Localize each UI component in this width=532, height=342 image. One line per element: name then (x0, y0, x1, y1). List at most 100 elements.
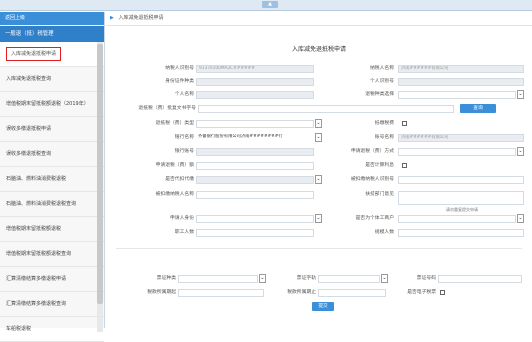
row-applicant: 申请人身份 ⌄ 是否为个体工商户 ⌄ (116, 214, 526, 224)
interest-checkbox[interactable] (402, 163, 407, 168)
apply-amount-input[interactable] (196, 162, 314, 170)
consent-note: 请勿重复提交申请 (446, 207, 478, 212)
withheld-id-input[interactable] (398, 176, 524, 184)
apply-type-select[interactable] (196, 120, 314, 128)
taxpayer-name-field[interactable]: 济南######有限公司 (398, 65, 524, 73)
row-bank-acct: 银行账号 申请退税（费）方式 ⌄ (116, 147, 526, 157)
id-type-label: 身份证件种类 (165, 79, 194, 84)
ticket-track-select[interactable] (318, 275, 380, 283)
consent-label: 扶贫部门意见 (365, 192, 394, 197)
sidebar-item-refund-query[interactable]: 入库减免退抵税查询 (0, 67, 104, 92)
sole-select[interactable] (196, 176, 314, 184)
applicant-label: 申请人身份 (170, 216, 194, 221)
withheld-id-label: 被扣缴纳税人识别号 (350, 177, 394, 182)
sidebar: 返回上级 一般退（抵）税管理 入库减免退抵税申请 入库减免退抵税查询 增值税期末… (0, 12, 105, 342)
person-id-label: 个人识别号 (370, 79, 394, 84)
ticket-no-input[interactable] (438, 275, 522, 283)
row-bank: 银行名称 齐鲁银行股份有限公司济南########行 ⌄ 账号名称 济南####… (116, 133, 526, 143)
staff-label: 职工人数 (174, 230, 194, 235)
scale-label: 规模人数 (374, 230, 394, 235)
interest-label: 是否计算利息 (365, 163, 394, 168)
apply-amount-label: 申请退税（费）额 (155, 163, 194, 168)
applicant-select[interactable] (196, 215, 314, 223)
period-end-label: 税款所属期止 (287, 290, 316, 295)
person-name-field[interactable] (196, 91, 314, 99)
divider (116, 248, 522, 249)
consent-textarea[interactable] (398, 191, 524, 205)
breadcrumb-text: 入库减免退抵税申请 (118, 15, 164, 21)
main-panel: ▶ 入库减免退抵税申请 入库减免退抵税申请 纳税人识别号 91370100MA3… (106, 12, 532, 328)
sidebar-group-refund-management[interactable]: 一般退（抵）税管理 (0, 26, 104, 42)
row-id-type: 身份证件种类 个人识别号 (116, 77, 526, 87)
bank-acct-field[interactable] (196, 148, 314, 156)
e-ticket-label: 是否电子税票 (407, 290, 436, 295)
sidebar-item-refund-apply[interactable]: 入库减免退抵税申请 (0, 42, 104, 67)
sole-label: 是否代扣代缴 (165, 177, 194, 182)
refund-type-select[interactable] (398, 91, 516, 99)
collapse-toggle-button[interactable]: ▲ (262, 1, 278, 8)
sidebar-item-vehicle-tax[interactable]: 车船税退税 (0, 317, 104, 342)
chevron-down-icon[interactable]: ⌄ (259, 274, 266, 283)
bank-name-field: 齐鲁银行股份有限公司济南########行 (196, 134, 314, 142)
scale-input[interactable] (398, 229, 524, 237)
period-start-input[interactable] (178, 289, 264, 297)
sidebar-scrollbar[interactable] (97, 42, 103, 332)
sidebar-item-naphtha-refund[interactable]: 石脑油、燃料油消费税退税 (0, 167, 104, 192)
refund-method-select[interactable] (398, 148, 516, 156)
row-apply-amount: 申请退税（费）额 是否计算利息 (116, 161, 526, 171)
withheld-name-label: 被扣缴纳税人名称 (155, 192, 194, 197)
staff-input[interactable] (196, 229, 314, 237)
taxpayer-id-field[interactable]: 91370100MA3C###### (196, 65, 314, 73)
doc-no-label: 退抵税（费）批复文书字号 (138, 106, 196, 111)
doc-no-input[interactable] (198, 105, 454, 113)
row-person-name: 个人名称 退税种类选择 ⌄ (116, 90, 526, 100)
person-id-field[interactable] (398, 78, 524, 86)
withheld-name-input[interactable] (196, 191, 314, 199)
sidebar-item-vat-credit-query[interactable]: 增值税期末留抵税额退税查询 (0, 242, 104, 267)
taxpayer-name-label: 纳税人名称 (370, 66, 394, 71)
period-start-label: 税款所属期起 (147, 290, 176, 295)
chevron-down-icon[interactable]: ⌄ (517, 90, 524, 99)
sidebar-item-naphtha-query[interactable]: 石脑油、燃料油消费税退税查询 (0, 192, 104, 217)
chevron-down-icon[interactable]: ⌄ (517, 214, 524, 223)
account-name-label: 账号名称 (374, 135, 394, 140)
sector-label: 是否为个体工商户 (355, 216, 394, 221)
row-period: 税款所属期起 税款所属期止 是否电子税票 (116, 288, 526, 298)
bank-name-label: 银行名称 (174, 135, 194, 140)
back-to-parent-button[interactable]: 返回上级 (0, 12, 104, 25)
form-title: 入库减免退抵税申请 (291, 46, 346, 53)
sidebar-item-overpaid-query[interactable]: 误收多缴退抵税查询 (0, 142, 104, 167)
apply-type-label: 退抵税（费）类型 (155, 121, 194, 126)
row-withheld-name: 被扣缴纳税人名称 扶贫部门意见 请勿重复提交申请 (116, 190, 526, 212)
row-doc-no: 退抵税（费）批复文书字号 查询 (116, 104, 526, 114)
e-ticket-checkbox[interactable] (440, 290, 445, 295)
account-name-field[interactable]: 济南######有限公司 (398, 134, 524, 142)
breadcrumb: ▶ 入库减免退抵税申请 (106, 12, 532, 26)
sidebar-item-settlement-query[interactable]: 汇算清缴结算多缴退税查询 (0, 292, 104, 317)
bank-acct-label: 银行账号 (174, 149, 194, 154)
taxpayer-id-label: 纳税人识别号 (165, 66, 194, 71)
sidebar-item-vat-credit[interactable]: 增值税期末留抵税额退税 (0, 217, 104, 242)
submit-button[interactable]: 提交 (312, 302, 334, 311)
ticket-type-select[interactable] (178, 275, 258, 283)
id-type-field[interactable] (196, 78, 314, 86)
row-ticket: 票证种类 ⌄ 票证字轨 ⌄ 票证号码 (116, 274, 526, 284)
row-apply-type: 退抵税（费）类型 ⌄ 抵缴税费 (116, 119, 526, 129)
sidebar-item-label: 入库减免退抵税申请 (6, 47, 62, 61)
offset-checkbox[interactable] (402, 121, 407, 126)
sidebar-item-overpaid-apply[interactable]: 误收多缴退抵税申请 (0, 117, 104, 142)
sidebar-item-settlement-apply[interactable]: 汇算清缴结算多缴退税申请 (0, 267, 104, 292)
sector-select[interactable] (398, 215, 516, 223)
breadcrumb-arrow-icon: ▶ (110, 15, 114, 21)
period-end-input[interactable] (318, 289, 386, 297)
sidebar-item-vat-credit-2019[interactable]: 增值税期末留抵税额退税（2019年） (0, 92, 104, 117)
chevron-down-icon[interactable]: ⌄ (381, 274, 388, 283)
ticket-no-label: 票证号码 (416, 276, 436, 281)
offset-label: 抵缴税费 (374, 121, 394, 126)
ticket-track-label: 票证字轨 (296, 276, 316, 281)
refund-type-label: 退税种类选择 (365, 92, 394, 97)
query-button[interactable]: 查询 (460, 104, 496, 113)
chevron-down-icon[interactable]: ⌄ (517, 147, 524, 156)
person-name-label: 个人名称 (174, 92, 194, 97)
scrollbar-thumb[interactable] (97, 44, 103, 304)
